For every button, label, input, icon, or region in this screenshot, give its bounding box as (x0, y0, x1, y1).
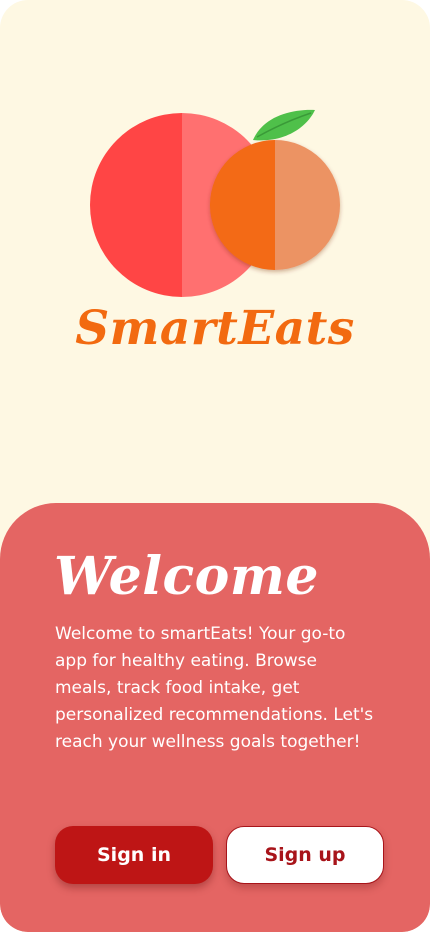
welcome-panel: Welcome Welcome to smartEats! Your go-to… (0, 503, 430, 932)
welcome-screen: SmartEats Welcome Welcome to smartEats! … (0, 0, 430, 932)
sign-up-button[interactable]: Sign up (226, 826, 384, 884)
sign-in-button[interactable]: Sign in (55, 826, 213, 884)
brand-name: SmartEats (75, 301, 355, 356)
orange-icon (210, 140, 340, 270)
smarteats-logo (85, 105, 345, 305)
welcome-title: Welcome (54, 546, 319, 607)
welcome-description: Welcome to smartEats! Your go-to app for… (55, 624, 374, 752)
leaf-icon (253, 109, 315, 141)
